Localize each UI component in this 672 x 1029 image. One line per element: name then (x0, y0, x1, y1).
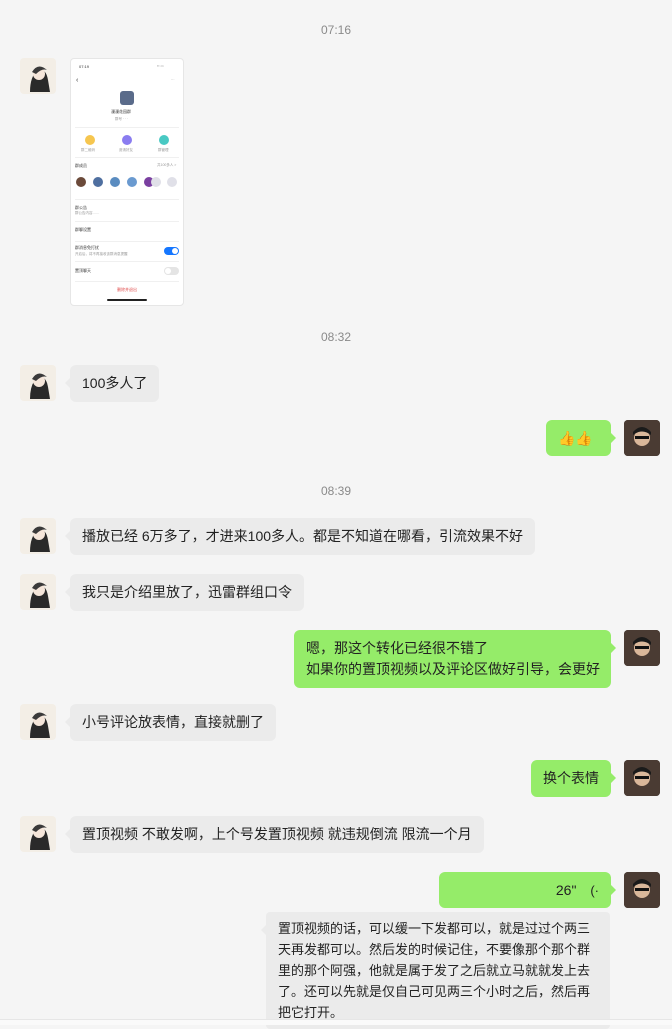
timestamp: 07:16 (320, 23, 352, 37)
action-label: 群管理 (158, 148, 169, 152)
contact-avatar[interactable] (20, 574, 56, 610)
group-sub: 群号 · · · (115, 117, 129, 121)
contact-avatar[interactable] (20, 365, 56, 401)
contact-avatar[interactable] (20, 816, 56, 852)
add-member-icon (151, 177, 161, 187)
status-time: 07:19 (79, 64, 90, 69)
message-line: 如果你的置顶视频以及评论区做好引导，会更好 (306, 661, 600, 677)
timestamp: 08:32 (320, 330, 352, 344)
row-label: 置顶聊天 (75, 268, 91, 273)
members-label: 群成员 (75, 163, 87, 168)
home-indicator (107, 299, 147, 301)
voice-transcript: 置顶视频的话，可以缓一下发都可以，就是过过个两三天再发都可以。然后发的时候记住，… (261, 912, 610, 1029)
action-label: 群二维码 (81, 148, 95, 152)
message-bubble[interactable]: 嗯，那这个转化已经很不错了 如果你的置顶视频以及评论区做好引导，会更好 (294, 630, 616, 688)
row-label: 群消息免打扰 (75, 245, 99, 250)
row-sub: 群公告内容…… (75, 211, 100, 215)
message-bubble[interactable]: 换个表情 (531, 760, 616, 797)
mute-toggle (164, 247, 179, 255)
message-bubble[interactable]: 播放已经 6万多了，才进来100多人。都是不知道在哪看，引流效果不好 (64, 518, 536, 555)
qr-icon (85, 135, 95, 145)
input-area-edge (0, 1019, 672, 1025)
my-avatar[interactable] (624, 760, 660, 796)
shared-screenshot-image[interactable]: 07:19 ▪▪ ▭ ‹ ··· 漫漫花园群 群号 · · · 群二维码 邀请好… (70, 58, 184, 306)
message-line: 嗯，那这个转化已经很不错了 (306, 640, 488, 656)
group-avatar (120, 91, 134, 105)
row-sub: 开启后，将不再接收该群消息提醒 (75, 252, 128, 256)
member-avatar (110, 177, 120, 187)
exit-button: 删除并退出 (117, 287, 137, 292)
message-bubble[interactable]: 小号评论放表情，直接就删了 (65, 704, 276, 741)
contact-avatar[interactable] (20, 58, 56, 94)
voice-duration: 26" (555, 882, 577, 898)
member-avatar (127, 177, 137, 187)
timestamp: 08:39 (320, 484, 352, 498)
member-avatar (76, 177, 86, 187)
status-icons: ▪▪ ▭ (157, 64, 164, 68)
message-bubble[interactable]: 100多人了 (64, 365, 160, 402)
pin-toggle (164, 267, 179, 275)
contact-avatar[interactable] (20, 518, 56, 554)
invite-icon (122, 135, 132, 145)
manage-icon (159, 135, 169, 145)
action-label: 邀请好友 (119, 148, 133, 152)
message-bubble[interactable]: 我只是介绍里放了，迅雷群组口令 (65, 574, 304, 611)
message-bubble[interactable]: 👍👍 (546, 420, 616, 456)
message-bubble[interactable]: 置顶视频 不敢发啊，上个号发置顶视频 就违规倒流 限流一个月 (65, 816, 484, 853)
group-name: 漫漫花园群 (111, 109, 131, 114)
member-avatar (93, 177, 103, 187)
contact-avatar[interactable] (20, 704, 56, 740)
my-avatar[interactable] (624, 420, 660, 456)
back-icon: ‹ (76, 77, 79, 84)
members-more: 共100多人 > (157, 163, 177, 167)
more-icon: ··· (171, 78, 175, 82)
voice-wave-icon: (· (590, 883, 599, 898)
voice-message-bubble[interactable]: 26" (· (439, 872, 616, 908)
remove-member-icon (167, 177, 177, 187)
my-avatar[interactable] (624, 872, 660, 908)
my-avatar[interactable] (624, 630, 660, 666)
row-label: 群聊设置 (75, 227, 91, 232)
